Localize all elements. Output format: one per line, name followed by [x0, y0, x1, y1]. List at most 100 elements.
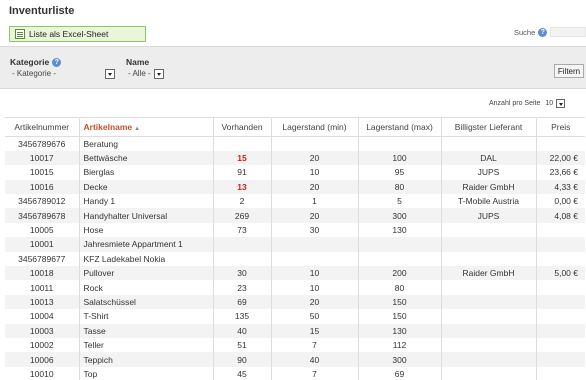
help-icon[interactable]: ? — [52, 57, 62, 67]
cell-lagerstand-max: 95 — [358, 165, 442, 180]
table-row[interactable]: 10003 Tasse 40 15 130 — [5, 323, 585, 338]
cell-lieferant: Raider GmbH — [441, 179, 537, 195]
cell-lieferant — [441, 366, 537, 380]
cell-vorhanden: 45 — [213, 366, 272, 380]
cell-artikelname: Handyhalter Universal — [79, 208, 214, 223]
search-area: Suche ? — [514, 27, 586, 37]
column-header-vorhanden[interactable]: Vorhanden — [213, 117, 272, 137]
table-row[interactable]: 3456789678 Handyhalter Universal 269 20 300 J… — [5, 208, 585, 223]
cell-preis — [536, 367, 585, 380]
name-select[interactable]: - Alle - — [126, 68, 164, 79]
cell-lagerstand-max: 300 — [358, 352, 442, 367]
cell-lieferant — [441, 237, 537, 252]
table-row[interactable]: 10001 Jahresmiete Appartment 1 — [5, 237, 585, 252]
table-row[interactable]: 3456789677 KFZ Ladekabel Nokia — [5, 251, 585, 267]
cell-artikelname: Top — [79, 366, 214, 380]
cell-artikelname: Bierglas — [79, 165, 214, 180]
cell-preis — [536, 137, 585, 151]
column-header-lagerstand-max[interactable]: Lagerstand (max) — [358, 117, 442, 137]
cell-artikelname: Salatschüssel — [79, 294, 214, 310]
cell-lagerstand-max: 80 — [358, 179, 442, 195]
chevron-down-icon[interactable] — [556, 99, 566, 108]
cell-vorhanden: 2 — [213, 194, 272, 209]
cell-lagerstand-min: 20 — [271, 294, 359, 310]
table-row[interactable]: 10002 Teller 51 7 112 — [5, 337, 585, 353]
cell-artikelnummer: 10003 — [5, 323, 80, 338]
cell-lieferant: T-Mobile Austria — [441, 194, 537, 209]
cell-artikelnummer: 10015 — [5, 165, 80, 180]
table-row[interactable]: 10005 Hose 73 30 130 — [5, 222, 585, 238]
cell-artikelnummer: 10010 — [5, 366, 80, 380]
table-row[interactable]: 3456789676 Beratung — [5, 136, 585, 151]
cell-lagerstand-max: 200 — [358, 266, 442, 281]
table-row[interactable]: 3456789012 Handy 1 2 1 5 T-Mobile Austria 0,00… — [5, 194, 585, 209]
per-page-control: Anzahl pro Seite 10 — [489, 99, 566, 108]
column-header-artikelname[interactable]: Artikelname ▲ — [79, 117, 214, 137]
column-header-lieferant[interactable]: Billigster Lieferant — [441, 117, 537, 137]
cell-lagerstand-min: 30 — [271, 222, 359, 238]
cell-lieferant: Raider GmbH — [441, 266, 537, 281]
table-row[interactable]: 10006 Teppich 90 40 300 — [5, 352, 585, 367]
table-row[interactable]: 10018 Pullover 30 10 200 Raider GmbH 5,00 € — [5, 266, 585, 281]
table-row[interactable]: 10010 Top 45 7 69 — [5, 366, 585, 380]
cell-lagerstand-max: 150 — [358, 294, 442, 310]
cell-lagerstand-max — [358, 251, 442, 267]
cell-lagerstand-min — [271, 237, 359, 252]
cell-vorhanden: 51 — [213, 337, 272, 353]
cell-artikelname: Tasse — [79, 323, 214, 338]
cell-lagerstand-min: 10 — [271, 266, 359, 281]
table-row[interactable]: 10016 Decke 13 20 80 Raider GmbH 4,33 € — [5, 179, 585, 195]
cell-preis — [536, 323, 585, 338]
per-page-value[interactable]: 10 — [545, 100, 553, 107]
table-row[interactable]: 10017 Bettwäsche 15 20 100 DAL 22,00 € — [5, 150, 585, 166]
cell-artikelname: Bettwäsche — [79, 150, 214, 166]
table-row[interactable]: 10015 Bierglas 91 10 95 JUPS 23,66 € — [5, 165, 585, 180]
cell-artikelnummer: 10018 — [5, 266, 80, 281]
kategorie-select-value: - Kategorie - — [12, 69, 57, 78]
cell-lagerstand-min — [271, 251, 359, 267]
filter-button[interactable]: Filtern — [554, 64, 584, 78]
cell-preis — [536, 252, 585, 266]
column-header-lagerstand-min[interactable]: Lagerstand (min) — [271, 117, 359, 137]
table-row[interactable]: 10011 Rock 23 10 80 — [5, 280, 585, 295]
cell-vorhanden: 69 — [213, 294, 272, 310]
chevron-down-icon[interactable] — [105, 68, 115, 79]
cell-artikelname: Rock — [79, 280, 214, 295]
cell-vorhanden — [213, 237, 272, 252]
column-header-preis[interactable]: Preis — [536, 117, 585, 137]
cell-lagerstand-min: 40 — [271, 352, 359, 367]
table-row[interactable]: 10013 Salatschüssel 69 20 150 — [5, 294, 585, 310]
cell-lagerstand-min: 7 — [271, 337, 359, 353]
cell-lieferant — [441, 136, 537, 151]
cell-lagerstand-min: 10 — [271, 165, 359, 180]
cell-lagerstand-max: 69 — [358, 366, 442, 380]
cell-vorhanden: 73 — [213, 222, 272, 238]
cell-preis — [536, 223, 585, 237]
cell-artikelnummer: 10002 — [5, 337, 80, 353]
kategorie-select[interactable]: - Kategorie - — [10, 68, 115, 79]
cell-lagerstand-max: 150 — [358, 309, 442, 324]
cell-preis: 4,33 € — [536, 179, 585, 195]
cell-lagerstand-min: 20 — [271, 208, 359, 223]
help-icon[interactable]: ? — [538, 27, 548, 37]
cell-artikelnummer: 10011 — [5, 280, 80, 295]
chevron-down-icon[interactable] — [153, 68, 164, 79]
filter-bar: Kategorie ? - Kategorie - Name - Alle - … — [0, 46, 586, 89]
export-excel-button[interactable]: Liste als Excel-Sheet — [9, 26, 146, 42]
column-header-artikelname-label: Artikelname — [83, 122, 133, 132]
cell-lieferant — [441, 323, 537, 338]
cell-preis: 0,00 € — [554, 196, 578, 207]
cell-lieferant — [441, 280, 537, 295]
column-header-artikelnummer[interactable]: Artikelnummer — [5, 117, 80, 137]
search-input[interactable] — [550, 27, 586, 37]
cell-artikelnummer: 10001 — [5, 237, 80, 252]
cell-lagerstand-max — [358, 237, 442, 252]
cell-artikelnummer: 10017 — [5, 150, 80, 166]
cell-lagerstand-min: 7 — [271, 366, 359, 380]
cell-artikelnummer: 10005 — [5, 222, 80, 238]
export-excel-label: Liste als Excel-Sheet — [29, 29, 109, 39]
cell-preis: 23,66 € — [549, 167, 578, 178]
table-row[interactable]: 10004 T-Shirt 135 50 150 — [5, 309, 585, 324]
cell-artikelnummer: 3456789678 — [5, 208, 80, 223]
kategorie-label: Kategorie — [10, 57, 50, 67]
